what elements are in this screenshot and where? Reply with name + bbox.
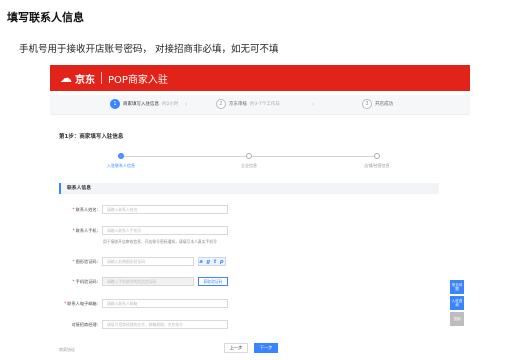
contact-phone-input[interactable]: 请输入联系人手机号	[102, 226, 228, 235]
get-code-button[interactable]: 获取验证码	[198, 277, 228, 286]
required-mark: *	[72, 279, 75, 284]
header-divider	[101, 72, 102, 84]
progress-node-3	[374, 153, 380, 159]
required-mark: *	[72, 259, 75, 264]
email-label: *联系人电子邮箱:	[64, 301, 98, 306]
back-to-top-button[interactable]: 顶部	[450, 312, 464, 326]
step-label: 商家填写入驻信息	[123, 102, 159, 107]
merchant-manager-label: 对接招商经理:	[71, 322, 98, 327]
chevron-right-icon: ›	[185, 101, 188, 108]
progress-label-1: 入驻联系人信息	[107, 163, 135, 168]
step-label: 开店成功	[375, 102, 393, 107]
progress-label-3: 店铺/经营信息	[364, 163, 390, 168]
top-header-bar: ☁ 京东 POP商家入驻	[50, 65, 470, 91]
next-step-button[interactable]: 下一步	[254, 343, 278, 353]
section-heading-contact: 联系人信息	[59, 183, 439, 194]
stage-title: 第1步：商家填写入驻信息	[59, 134, 124, 140]
chevron-right-icon: ›	[312, 101, 315, 108]
step-duration: 约3-7个工作日	[250, 102, 280, 107]
sms-label: *手机验证码:	[72, 279, 98, 284]
progress-node-1	[118, 153, 124, 159]
sms-code-input[interactable]: 请输入手机收到的短信验证码	[102, 277, 194, 286]
jd-dog-icon: ☁	[60, 71, 72, 85]
prev-step-button[interactable]: 上一步	[224, 343, 248, 353]
phone-hint: 用于接收开店审核信息、开店账号密码通知，请填写本人真实手机号	[103, 239, 217, 244]
step-2: 2 京东审核 约3-7个工作日	[216, 99, 280, 109]
email-input[interactable]: 请输入联系人邮箱	[102, 299, 228, 308]
step-duration: 约2小时	[162, 102, 179, 107]
jd-signup-screenshot: ☁ 京东 POP商家入驻 1 商家填写入驻信息 约2小时 › 2 京东审核 约3…	[50, 65, 470, 360]
captcha-label: *图形验证码:	[72, 259, 98, 264]
jd-logo[interactable]: ☁ 京东 POP商家入驻	[60, 71, 168, 86]
progress-label-2: 企业信息	[241, 163, 257, 168]
step-label: 京东审核	[229, 102, 247, 107]
step-3: 3 开店成功	[362, 99, 393, 109]
merchant-manager-input[interactable]: 请填写招商经理的名字、邮箱前缀、京东账号	[102, 320, 228, 329]
name-label: *联系人姓名:	[72, 207, 98, 212]
consult-button[interactable]: 入驻咨询	[450, 296, 464, 310]
page-heading: 填写联系人信息	[7, 11, 84, 24]
progress-node-2	[246, 153, 252, 159]
step-number: 1	[110, 99, 120, 109]
captcha-image[interactable]: a g t p	[198, 257, 226, 266]
required-mark: *	[72, 207, 75, 212]
faq-button[interactable]: 常见问题	[450, 280, 464, 294]
portal-title: POP商家入驻	[108, 74, 168, 86]
instruction-note: 手机号用于接收开店账号密码， 对接招商非必填，如无可不填	[19, 44, 279, 55]
phone-label: *联系人手机:	[72, 228, 98, 233]
brand-name: 京东	[75, 74, 95, 86]
step-1: 1 商家填写入驻信息 约2小时	[110, 99, 178, 109]
required-mark: *	[72, 228, 75, 233]
required-mark: *	[64, 301, 67, 306]
step-number: 2	[216, 99, 226, 109]
merchant-agreement-link[interactable]: 商家协议	[59, 347, 75, 353]
step-number: 3	[362, 99, 372, 109]
captcha-input[interactable]: 请输入右侧图形验证码	[102, 257, 194, 266]
steps-bar: 1 商家填写入驻信息 约2小时 › 2 京东审核 约3-7个工作日 › 3 开店…	[50, 95, 470, 115]
contact-name-input[interactable]: 请输入联系人姓名	[102, 205, 228, 214]
